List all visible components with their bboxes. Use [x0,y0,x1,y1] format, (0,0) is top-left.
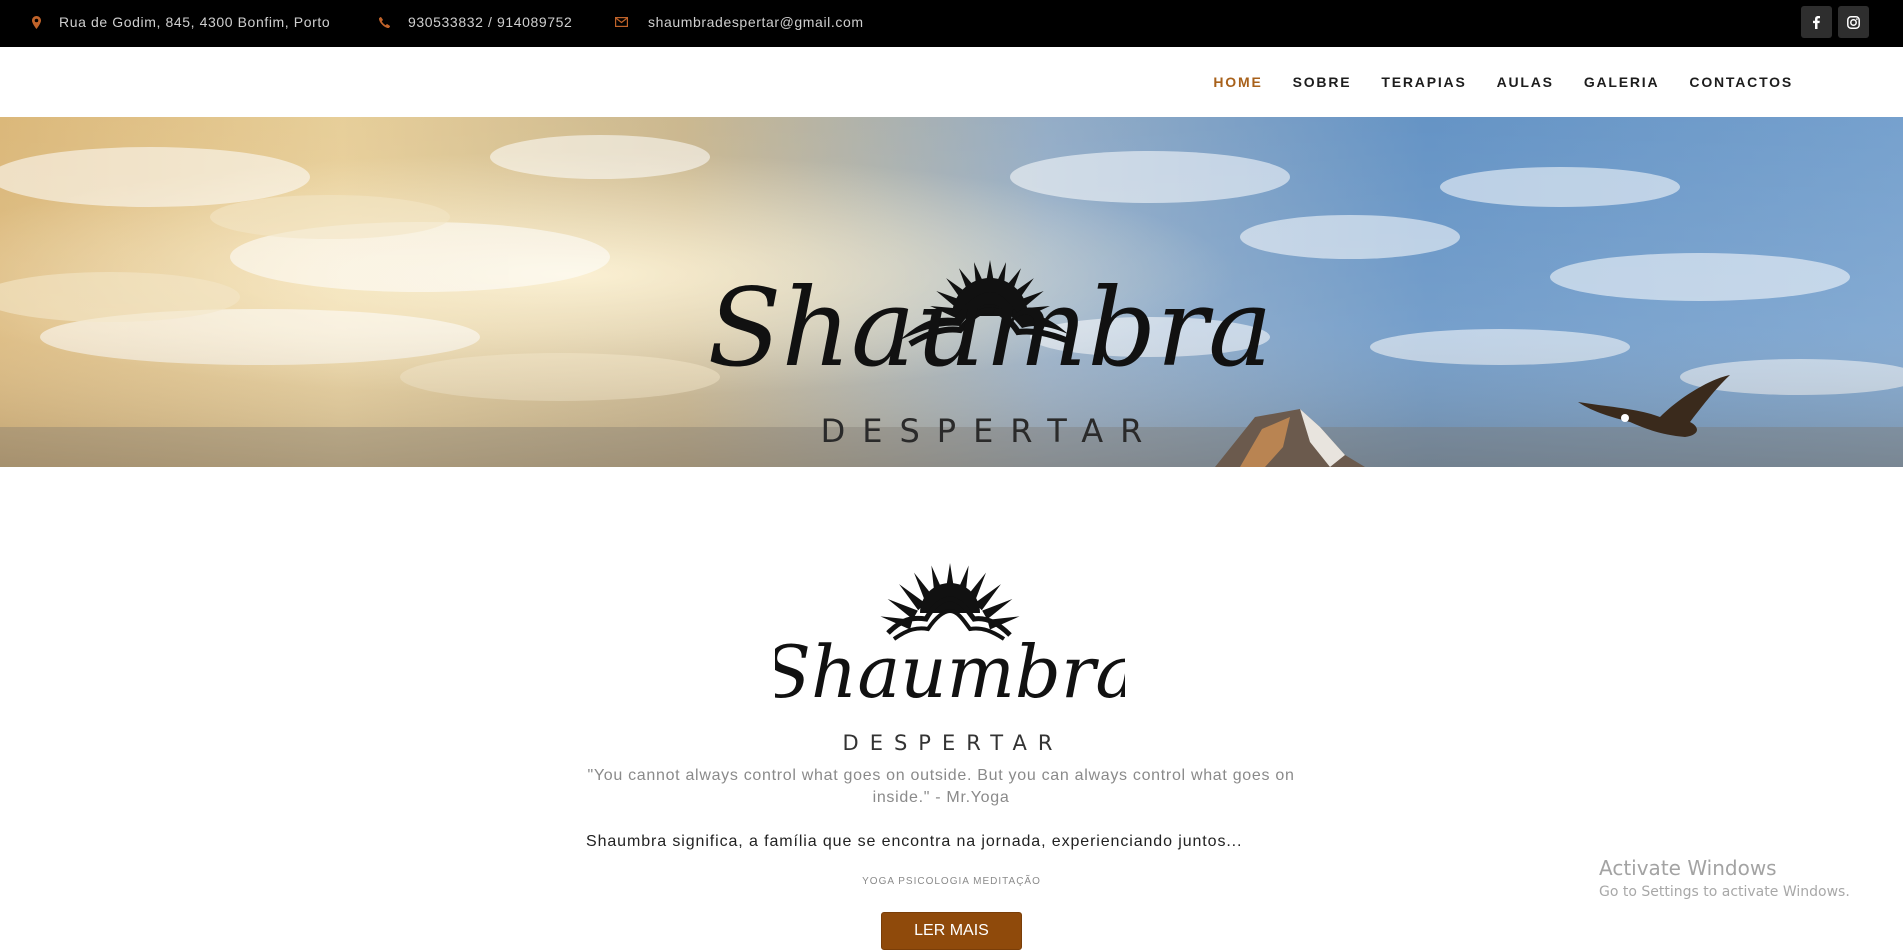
main-menu: HOME SOBRE TERAPIAS AULAS GALERIA CONTAC… [1183,47,1793,117]
phone-icon [379,16,390,28]
svg-text:DESPERTAR: DESPERTAR [821,412,1160,450]
phone-text: 930533832 / 914089752 [408,14,573,30]
shaumbra-logo: Shaumbra DESPERTAR [775,563,1125,755]
intro-description: Shaumbra significa, a família que se enc… [586,833,1243,850]
windows-activation-watermark: Activate Windows Go to Settings to activ… [1599,856,1850,900]
watermark-subtitle: Go to Settings to activate Windows. [1599,884,1850,900]
svg-text:Shaumbra: Shaumbra [707,266,1272,391]
address-text: Rua de Godim, 845, 4300 Bonfim, Porto [59,14,331,30]
hero-sky-image: Shaumbra DESPERTAR [0,117,1903,467]
nav-item-terapias[interactable]: TERAPIAS [1381,74,1466,90]
yoga-quote: "You cannot always control what goes on … [587,767,1295,806]
email-link[interactable]: shaumbradespertar@gmail.com [648,14,864,30]
instagram-icon[interactable] [1838,6,1869,38]
top-info-bar: Rua de Godim, 845, 4300 Bonfim, Porto 93… [0,0,1903,47]
main-navbar: HOME SOBRE TERAPIAS AULAS GALERIA CONTAC… [0,47,1903,117]
phone-info: 930533832 / 914089752 [379,0,572,44]
nav-item-galeria[interactable]: GALERIA [1584,74,1660,90]
nav-item-sobre[interactable]: SOBRE [1293,74,1352,90]
address-info: Rua de Godim, 845, 4300 Bonfim, Porto [32,0,330,44]
svg-text:Shaumbra: Shaumbra [775,630,1125,714]
envelope-icon [615,17,628,27]
svg-text:DESPERTAR: DESPERTAR [843,731,1064,755]
nav-item-contactos[interactable]: CONTACTOS [1689,74,1793,90]
nav-item-aulas[interactable]: AULAS [1497,74,1554,90]
email-info: shaumbradespertar@gmail.com [615,0,864,44]
watermark-title: Activate Windows [1599,856,1777,880]
read-more-button[interactable]: LER MAIS [881,912,1022,950]
map-marker-icon [32,15,41,29]
hero-banner: Shaumbra DESPERTAR [0,117,1903,467]
facebook-icon[interactable] [1801,6,1832,38]
nav-item-home[interactable]: HOME [1213,74,1262,90]
